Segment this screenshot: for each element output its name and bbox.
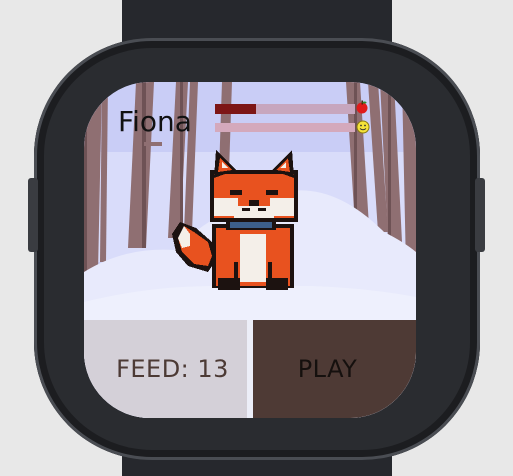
feed-button[interactable]: FEED: 13 <box>84 320 247 418</box>
watch-side-button-left[interactable] <box>28 178 38 252</box>
apple-icon <box>356 100 368 114</box>
watch-screen: Fiona FEED: 13 PLAY <box>84 82 416 418</box>
play-button[interactable]: PLAY <box>253 320 416 418</box>
pet-name: Fiona <box>118 105 192 138</box>
smiley-icon <box>356 120 370 134</box>
watch-side-button-right[interactable] <box>475 178 485 252</box>
hunger-bar <box>215 104 355 114</box>
happiness-bar <box>215 123 355 132</box>
hunger-bar-fill <box>215 104 256 114</box>
